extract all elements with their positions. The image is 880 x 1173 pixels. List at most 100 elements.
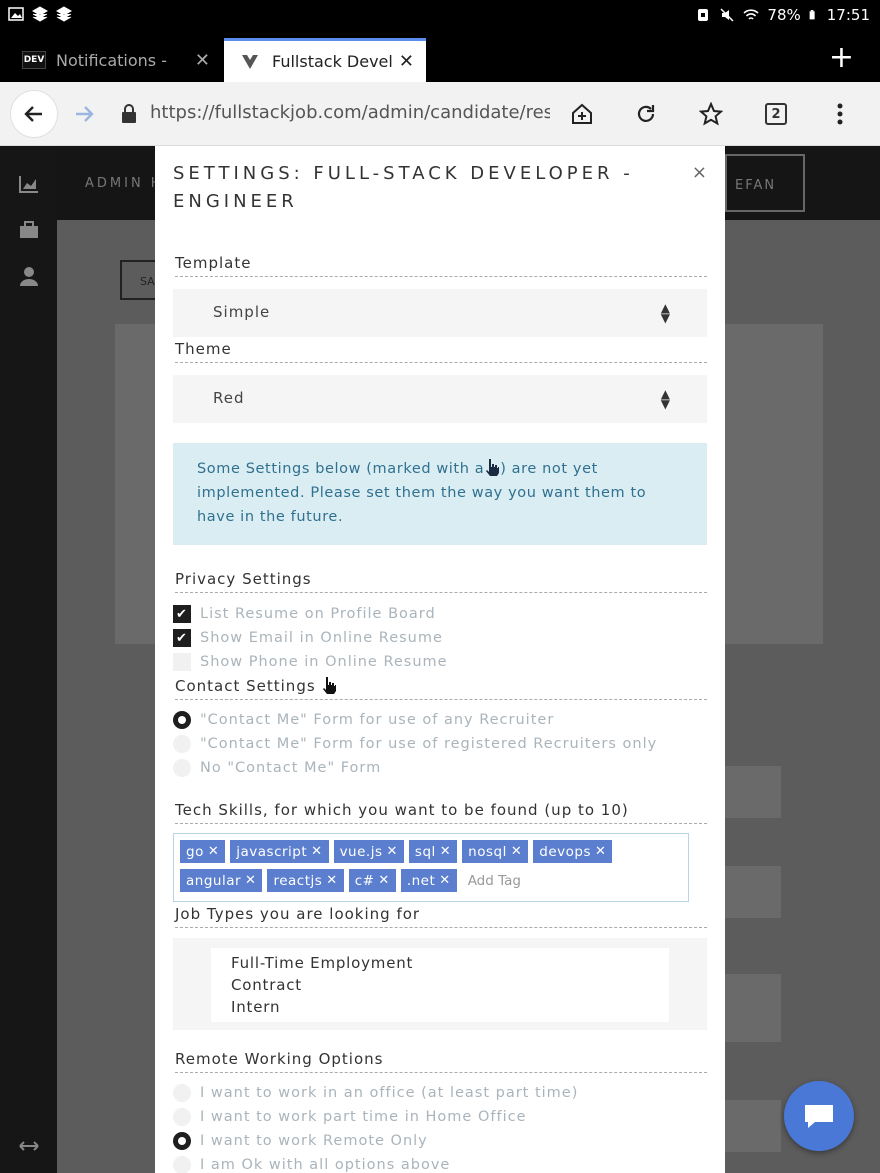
radio-unselected[interactable] [173,1156,191,1173]
browser-toolbar: https://fullstackjob.com/admin/candidate… [0,82,880,146]
contact-option-label: "Contact Me" Form for use of registered … [200,736,658,752]
user-icon[interactable] [18,266,40,286]
remove-tag-icon[interactable]: ✕ [245,873,256,888]
remove-tag-icon[interactable]: ✕ [387,844,398,859]
skill-tag[interactable]: go ✕ [180,840,226,863]
close-icon[interactable]: ✕ [399,51,414,72]
tab-strip: DEV Notifications - ✕ Fullstack Develop … [0,32,880,82]
theme-select[interactable]: Red ▲ ▼ [173,375,707,423]
tag-label: c# [354,872,375,889]
admin-brand: ADMIN H [85,176,164,191]
battery-icon [809,10,815,20]
checkbox-unchecked[interactable] [173,653,191,671]
remote-option-remote-only[interactable]: I want to work Remote Only [173,1132,428,1150]
tab-switcher-button[interactable]: 2 [756,94,796,134]
tag-label: nosql [468,843,507,860]
user-menu[interactable]: EFAN [725,154,805,212]
tab-notifications[interactable]: DEV Notifications - ✕ [22,38,222,82]
radio-selected[interactable] [173,711,191,729]
tab-title: Notifications - [56,50,167,70]
privacy-option-label: Show Email in Online Resume [200,630,443,646]
job-type-option[interactable]: Contract [231,974,669,996]
tag-label: go [186,843,204,860]
bookmark-button[interactable] [691,94,731,134]
forward-button[interactable] [64,94,104,134]
contact-option-no-form[interactable]: No "Contact Me" Form [173,759,381,777]
remove-tag-icon[interactable]: ✕ [439,873,450,888]
chat-button[interactable] [784,1081,854,1151]
skill-tag[interactable]: sql ✕ [408,840,458,863]
add-tag-input[interactable]: Add Tag [462,869,527,893]
privacy-option-show-phone[interactable]: Show Phone in Online Resume [173,653,448,671]
skill-tag[interactable]: nosql ✕ [462,840,529,863]
tech-skills-label: Tech Skills, for which you want to be fo… [175,801,707,824]
remove-tag-icon[interactable]: ✕ [378,873,389,888]
chart-icon[interactable] [18,174,40,194]
tag-label: .net [406,872,436,889]
menu-button[interactable] [820,94,860,134]
tab-fullstack[interactable]: Fullstack Develop ✕ [224,38,426,82]
remote-option-office[interactable]: I want to work in an office (at least pa… [173,1084,578,1102]
radio-unselected[interactable] [173,1084,191,1102]
background-card [725,1100,781,1152]
radio-unselected[interactable] [173,1108,191,1126]
new-tab-icon[interactable]: + [829,40,854,75]
background-card [725,324,823,644]
remote-option-label: I am Ok with all options above [200,1157,451,1173]
skill-tag[interactable]: javascript ✕ [230,840,329,863]
template-select[interactable]: Simple ▲ ▼ [173,289,707,337]
checkbox-checked[interactable]: ✔ [173,629,191,647]
privacy-option-list-resume[interactable]: ✔ List Resume on Profile Board [173,605,436,623]
sort-caret-icon: ▲ ▼ [660,301,671,325]
status-bar: 78% 17:51 [0,0,880,32]
tech-skills-tag-input[interactable]: go ✕ javascript ✕ vue.js ✕ sql ✕ nosql ✕ devo… [173,833,689,902]
more-vertical-icon [837,103,843,125]
radio-selected[interactable] [173,1132,191,1150]
toolbox-icon[interactable] [18,220,40,240]
skill-tag[interactable]: angular ✕ [180,869,263,892]
skill-tag[interactable]: .net ✕ [400,869,457,892]
remove-tag-icon[interactable]: ✕ [440,844,451,859]
tag-label: vue.js [339,843,383,860]
remove-tag-icon[interactable]: ✕ [311,844,322,859]
arrow-left-icon [24,106,42,122]
chat-icon [805,1105,833,1128]
contact-option-label: No "Contact Me" Form [200,760,382,776]
skill-tag[interactable]: reactjs ✕ [267,869,344,892]
background-card [115,324,155,644]
resize-arrows-icon[interactable] [18,1136,40,1156]
remove-tag-icon[interactable]: ✕ [208,844,219,859]
url-field[interactable]: https://fullstackjob.com/admin/candidate… [150,102,550,123]
checkbox-checked[interactable]: ✔ [173,605,191,623]
tab-count: 2 [765,103,787,125]
theme-label: Theme [175,340,707,363]
home-button[interactable] [562,94,602,134]
radio-unselected[interactable] [173,759,191,777]
contact-option-any-recruiter[interactable]: "Contact Me" Form for use of any Recruit… [173,711,554,729]
hand-pointer-icon [323,677,337,694]
reload-button[interactable] [626,94,666,134]
close-icon[interactable]: × [692,162,707,183]
remove-tag-icon[interactable]: ✕ [511,844,522,859]
contact-option-registered-only[interactable]: "Contact Me" Form for use of registered … [173,735,657,753]
vue-favicon-icon [242,54,258,69]
job-type-option[interactable]: Intern [231,996,669,1018]
remove-tag-icon[interactable]: ✕ [595,844,606,859]
remove-tag-icon[interactable]: ✕ [326,873,337,888]
job-types-multiselect[interactable]: Full-Time Employment Contract Intern [173,938,707,1030]
close-icon[interactable]: ✕ [195,50,210,71]
job-type-option[interactable]: Full-Time Employment [231,952,669,974]
tag-label: angular [186,872,242,889]
remote-option-part-time[interactable]: I want to work part time in Home Office [173,1108,527,1126]
theme-value: Red [213,389,245,407]
contact-option-label: "Contact Me" Form for use of any Recruit… [200,712,555,728]
radio-unselected[interactable] [173,735,191,753]
back-button[interactable] [10,90,58,138]
privacy-option-show-email[interactable]: ✔ Show Email in Online Resume [173,629,443,647]
remote-option-all[interactable]: I am Ok with all options above [173,1156,450,1173]
skill-tag[interactable]: devops ✕ [533,840,613,863]
skill-tag[interactable]: vue.js ✕ [333,840,404,863]
skill-tag[interactable]: c# ✕ [348,869,396,892]
settings-modal: SETTINGS: FULL-STACK DEVELOPER - ENGINEE… [155,146,725,1173]
tag-label: sql [414,843,436,860]
